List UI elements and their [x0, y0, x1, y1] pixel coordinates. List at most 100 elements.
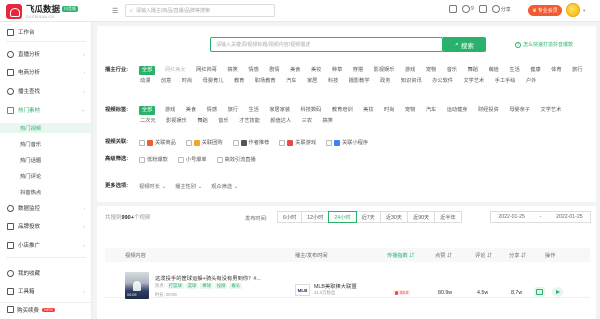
industry-tag[interactable]: 健康: [529, 66, 541, 75]
sidebar-sub-hot-topics[interactable]: 热门话题: [20, 155, 92, 165]
checkbox[interactable]: [185, 139, 192, 146]
video-tag[interactable]: 影视娱乐: [165, 117, 188, 126]
industry-tag[interactable]: 生活: [508, 66, 520, 75]
industry-tag[interactable]: 教育: [233, 77, 245, 86]
industry-tag[interactable]: 时尚: [181, 77, 193, 86]
video-tag[interactable]: 美食: [185, 106, 197, 115]
sidebar-item-monitoring[interactable]: 数据监控 ›: [7, 202, 87, 214]
col-comments[interactable]: 评论 ⇵: [475, 252, 492, 259]
col-spread-index[interactable]: 传播指数 ⇵: [387, 252, 414, 259]
industry-tag[interactable]: 全部: [139, 66, 156, 75]
industry-tag[interactable]: 母婴育儿: [202, 77, 225, 86]
sidebar-item-store-promo[interactable]: 小店推广 ›: [7, 239, 87, 251]
date-range-picker[interactable]: 2022-01-25 - 2022-01-25: [490, 211, 591, 223]
checkbox[interactable]: [326, 139, 333, 146]
industry-tag[interactable]: 萌娃: [487, 66, 499, 75]
sidebar-item-toolbox[interactable]: 工具箱 ›: [7, 285, 87, 297]
video-tag[interactable]: 时尚: [383, 106, 395, 115]
video-tag[interactable]: 美妆: [362, 106, 374, 115]
time-tab[interactable]: 近7天: [355, 211, 381, 223]
video-tag[interactable]: 才艺技能: [238, 117, 261, 126]
sidebar-sub-douyin-hot[interactable]: 抖音热点: [20, 187, 92, 197]
bell-icon[interactable]: 9: [462, 5, 474, 13]
industry-tag[interactable]: 剧情: [268, 66, 280, 75]
video-search-input[interactable]: 请输入关键词/视频标题/视频内容/视频描述: [210, 37, 443, 52]
video-title[interactable]: 这泼投手的筐球运躲+骑头有没有男到你？#...: [155, 274, 277, 282]
pro-member-button[interactable]: ♛ 专业会员: [528, 5, 562, 16]
video-tag[interactable]: 科技数码: [300, 106, 323, 115]
video-tag[interactable]: 躲头: [229, 283, 243, 289]
industry-tag[interactable]: 情感: [247, 66, 259, 75]
industry-tag[interactable]: 摄影教学: [348, 77, 371, 86]
sidebar-item-workbench[interactable]: 工作台: [7, 26, 87, 38]
purchase-renew-button[interactable]: 购买续费 NEW: [0, 302, 91, 316]
top-search-input[interactable]: ⌕ 请输入播主/商品/直播/品牌等搜索: [125, 4, 275, 17]
industry-tag[interactable]: 美妆: [310, 66, 322, 75]
anchor-avatar[interactable]: MLB: [295, 284, 310, 296]
checkbox[interactable]: [139, 156, 145, 163]
assoc-checkbox[interactable]: 关联商品: [139, 139, 176, 146]
industry-tag[interactable]: 音乐: [446, 66, 458, 75]
video-tag[interactable]: 搞笑: [322, 117, 334, 126]
video-tag[interactable]: 打篮球: [166, 283, 184, 289]
sidebar-sub-hot-music[interactable]: 热门音乐: [20, 139, 92, 149]
video-tag[interactable]: 财经投资: [477, 106, 500, 115]
industry-tag[interactable]: 汽车: [285, 77, 297, 86]
video-tag[interactable]: 篮球: [185, 283, 199, 289]
sidebar-item-ecommerce[interactable]: 电商分析 ›: [7, 66, 87, 78]
assoc-checkbox[interactable]: 关联游戏: [279, 139, 316, 146]
col-shares[interactable]: 分享 ⇵: [509, 252, 526, 259]
table-row[interactable]: 00:09 这泼投手的筐球运躲+骑头有没有男到你？#... 热点: 打篮球 篮球…: [105, 266, 590, 299]
video-tag[interactable]: 生活: [247, 106, 259, 115]
menu-toggle-icon[interactable]: ☰: [112, 7, 118, 15]
checkbox[interactable]: [279, 139, 286, 146]
video-tag[interactable]: 颜值达人: [269, 117, 292, 126]
industry-tag[interactable]: 种草: [331, 66, 343, 75]
industry-tag[interactable]: 动漫: [139, 77, 151, 86]
time-tab[interactable]: 12小时: [301, 211, 330, 223]
industry-tag[interactable]: 手工手绘: [494, 77, 517, 86]
advanced-checkbox[interactable]: 低粉爆款: [139, 156, 168, 163]
industry-tag[interactable]: 政务: [379, 77, 391, 86]
checkbox[interactable]: [216, 156, 223, 163]
industry-tag[interactable]: 文学艺术: [462, 77, 485, 86]
gender-dropdown[interactable]: 播主性别 ⌄: [175, 183, 202, 191]
industry-tag[interactable]: 户外: [525, 77, 537, 86]
audience-dropdown[interactable]: 观众筛选 ⌄: [211, 183, 238, 191]
video-tag[interactable]: 三农: [301, 117, 313, 126]
advanced-checkbox[interactable]: 高效引流直播: [216, 156, 256, 163]
cart-icon[interactable]: [449, 5, 457, 13]
video-tag[interactable]: 教育培训: [331, 106, 354, 115]
search-button[interactable]: ⌕ 搜索: [443, 37, 486, 52]
industry-tag[interactable]: 职场教育: [254, 77, 277, 86]
industry-tag[interactable]: 办公软件: [431, 77, 454, 86]
video-tag[interactable]: 情感: [206, 106, 218, 115]
duration-dropdown[interactable]: 视频时长 ⌄: [139, 183, 166, 191]
industry-tag[interactable]: 旅行: [571, 66, 583, 75]
time-tab[interactable]: 24小时: [328, 211, 357, 223]
sidebar-sub-hot-videos[interactable]: 热门视频: [0, 123, 91, 133]
play-button[interactable]: [552, 287, 563, 297]
sidebar-item-hot-materials[interactable]: 热门素材 ⌄: [7, 104, 87, 116]
video-tag[interactable]: 旅行: [227, 106, 239, 115]
video-tag[interactable]: 家居家装: [268, 106, 291, 115]
video-tag[interactable]: 文学艺术: [540, 106, 563, 115]
time-tab[interactable]: 近90天: [407, 211, 436, 223]
industry-tag[interactable]: 搞笑: [226, 66, 238, 75]
video-tag[interactable]: 投掷: [214, 283, 228, 289]
anchor-name[interactable]: MLB美职棒大联盟: [314, 282, 357, 290]
industry-tag[interactable]: 影视娱乐: [373, 66, 396, 75]
avatar[interactable]: [566, 3, 580, 17]
industry-tag[interactable]: 游戏: [404, 66, 416, 75]
time-tab[interactable]: 近30天: [379, 211, 408, 223]
video-tag[interactable]: 棒球: [200, 283, 213, 289]
sidebar-item-live[interactable]: 直播分析 ›: [7, 48, 87, 60]
calendar-icon[interactable]: [478, 5, 487, 13]
checkbox[interactable]: [177, 156, 184, 163]
logo[interactable]: 飞瓜数据 抖音版 DY.FEIGUA.CN: [6, 3, 79, 19]
help-link[interactable]: ? 怎么快速打造抖音爆款: [515, 41, 573, 48]
industry-tag[interactable]: 知识资讯: [400, 77, 423, 86]
industry-tag[interactable]: 科技: [327, 77, 339, 86]
video-tag[interactable]: 宠物: [404, 106, 416, 115]
chevron-down-icon[interactable]: ▾: [583, 8, 585, 14]
